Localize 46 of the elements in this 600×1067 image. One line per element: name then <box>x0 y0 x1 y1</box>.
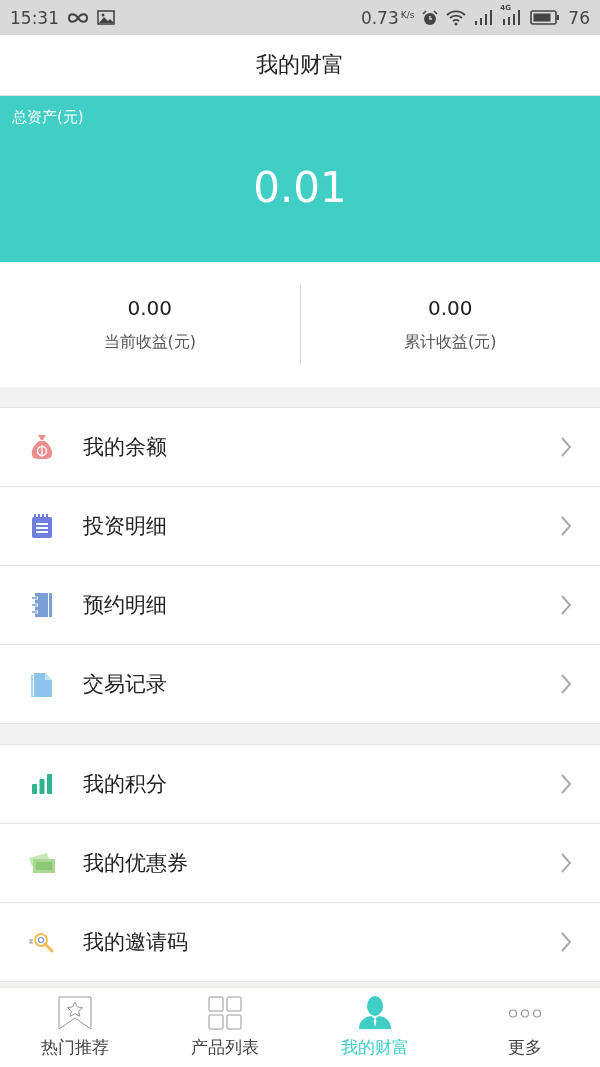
alarm-icon <box>422 9 439 26</box>
image-icon <box>97 10 115 25</box>
chevron-right-icon <box>560 852 572 874</box>
speed-unit: K/s <box>400 9 415 20</box>
menu-item[interactable]: 我的积分 <box>0 745 600 823</box>
earnings-label: 累计收益(元) <box>404 332 497 353</box>
notepad-icon <box>30 514 53 538</box>
banknote-icon <box>27 852 56 874</box>
menu-item[interactable]: 我的优惠券 <box>0 823 600 902</box>
menu-item[interactable]: 我的邀请码 <box>0 902 600 981</box>
menu-item[interactable]: 投资明细 <box>0 486 600 565</box>
wifi-icon <box>446 9 467 26</box>
money-bag-icon <box>30 434 53 460</box>
earnings-value: 0.00 <box>127 296 172 320</box>
earnings-value: 0.00 <box>428 296 473 320</box>
chevron-right-icon <box>560 436 572 458</box>
magnifier-icon <box>27 931 56 953</box>
clock-time: 15:31 <box>10 7 59 28</box>
battery-level: 76 <box>568 7 590 28</box>
chevron-right-icon <box>560 931 572 953</box>
earnings-label: 当前收益(元) <box>103 332 196 353</box>
chevron-right-icon <box>560 673 572 695</box>
chevron-right-icon <box>560 594 572 616</box>
tab[interactable]: 产品列表 <box>150 988 300 1067</box>
tab[interactable]: 热门推荐 <box>0 988 150 1067</box>
total-assets-label: 总资产(元) <box>11 107 84 127</box>
bookmark-star-icon <box>58 996 92 1030</box>
chevron-right-icon <box>560 515 572 537</box>
menu-item[interactable]: 预约明细 <box>0 565 600 644</box>
tab[interactable]: 更多 <box>450 988 600 1067</box>
person-icon <box>358 996 392 1030</box>
grid-icon <box>208 996 242 1030</box>
infinity-icon <box>67 11 89 24</box>
document-icon <box>30 671 53 697</box>
chevron-right-icon <box>560 773 572 795</box>
more-icon <box>508 1008 542 1018</box>
bar-chart-icon <box>30 773 53 795</box>
signal-icon <box>474 10 495 25</box>
network-speed: 0.73 <box>360 7 399 28</box>
signal-icon <box>502 10 523 25</box>
battery-icon <box>530 10 561 25</box>
notebook-icon <box>30 593 53 617</box>
menu-item[interactable]: 我的余额 <box>0 408 600 486</box>
page-title: 我的财富 <box>256 51 344 79</box>
menu-item[interactable]: 交易记录 <box>0 644 600 723</box>
total-assets-value: 0.01 <box>253 163 347 212</box>
